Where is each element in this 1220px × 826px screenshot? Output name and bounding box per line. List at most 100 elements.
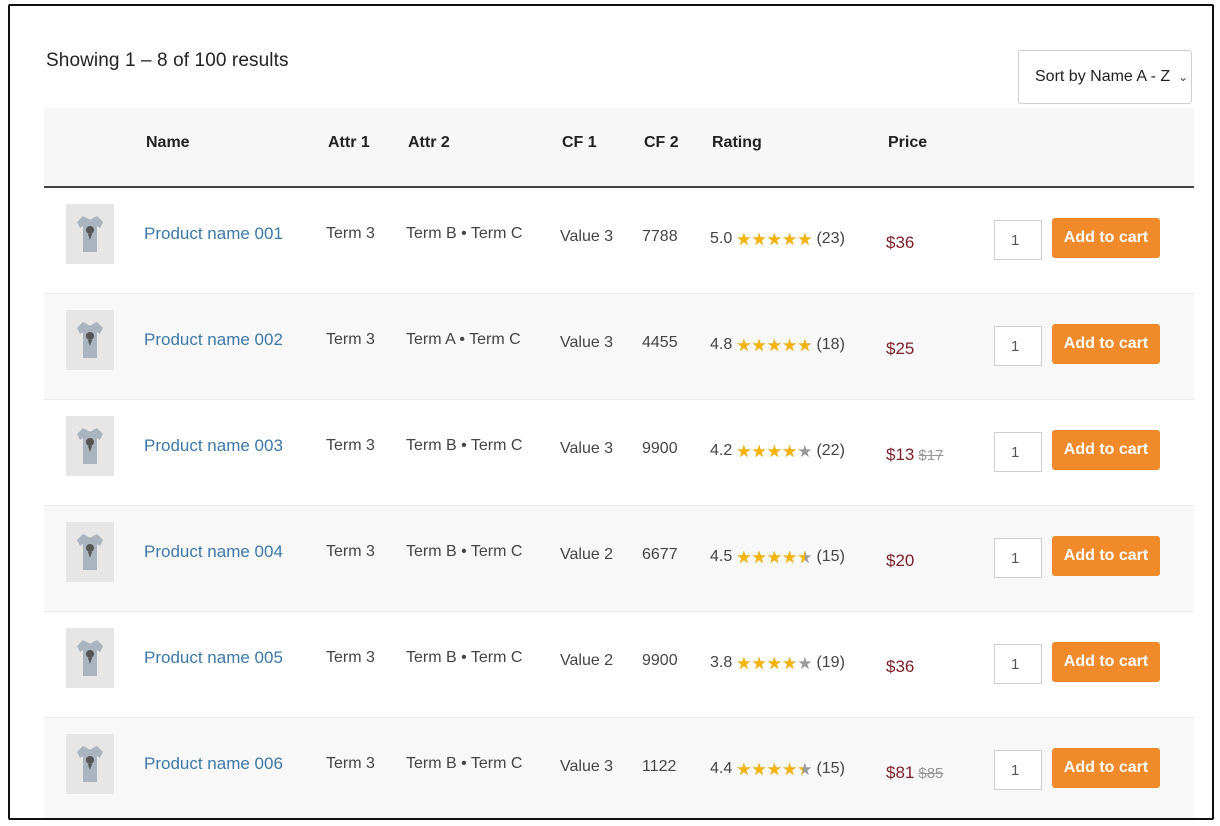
product-name-link[interactable]: Product name 005 bbox=[144, 648, 283, 668]
star-icons-filled: ★★★★★ bbox=[736, 654, 794, 672]
column-header-name[interactable]: Name bbox=[146, 134, 190, 152]
product-name-link[interactable]: Product name 006 bbox=[144, 754, 283, 774]
star-icons-filled: ★★★★★ bbox=[736, 336, 810, 354]
add-to-cart-button[interactable]: Add to cart bbox=[1052, 430, 1160, 470]
column-header-attr2: Attr 2 bbox=[408, 134, 450, 151]
product-name-link[interactable]: Product name 001 bbox=[144, 224, 283, 244]
review-count: (18) bbox=[816, 336, 845, 353]
rating-value: 4.2 bbox=[710, 442, 733, 459]
old-price: $17 bbox=[918, 447, 944, 464]
tshirt-icon bbox=[77, 322, 103, 358]
current-price: $81 bbox=[886, 763, 915, 782]
product-thumbnail[interactable] bbox=[66, 734, 114, 794]
sort-dropdown[interactable]: Sort by Name A - Z ⌄ bbox=[1018, 50, 1192, 104]
attr1-value: Term 3 bbox=[326, 225, 375, 242]
table-row: Product name 004 Term 3 Term B • Term C … bbox=[44, 506, 1194, 612]
add-to-cart-button[interactable]: Add to cart bbox=[1052, 218, 1160, 258]
product-thumbnail[interactable] bbox=[66, 310, 114, 370]
attr2-value: Term A • Term C bbox=[406, 331, 521, 348]
current-price: $25 bbox=[886, 339, 915, 358]
attr2-value: Term B • Term C bbox=[406, 543, 523, 560]
price: $13 $17 bbox=[886, 445, 943, 465]
rating: 5.0 ★★★★★ ★★★★★ (23) bbox=[710, 230, 845, 248]
price: $36 bbox=[886, 233, 918, 253]
column-header-price[interactable]: Price bbox=[888, 134, 927, 152]
current-price: $36 bbox=[886, 657, 915, 676]
star-icons-filled: ★★★★★ bbox=[736, 548, 805, 566]
current-price: $13 bbox=[886, 445, 915, 464]
rating: 3.8 ★★★★★ ★★★★★ (19) bbox=[710, 654, 845, 672]
product-thumbnail[interactable] bbox=[66, 416, 114, 476]
quantity-input[interactable] bbox=[994, 432, 1042, 472]
cf1-value: Value 2 bbox=[560, 652, 614, 669]
product-thumbnail[interactable] bbox=[66, 522, 114, 582]
star-icons-filled: ★★★★★ bbox=[736, 442, 800, 460]
current-price: $36 bbox=[886, 233, 915, 252]
price: $20 bbox=[886, 551, 918, 571]
attr1-value: Term 3 bbox=[326, 543, 375, 560]
rating: 4.4 ★★★★★ ★★★★★ (15) bbox=[710, 760, 845, 778]
cf2-value: 4455 bbox=[642, 334, 678, 351]
product-name-link[interactable]: Product name 003 bbox=[144, 436, 283, 456]
add-to-cart-button[interactable]: Add to cart bbox=[1052, 536, 1160, 576]
cf1-value: Value 3 bbox=[560, 758, 614, 775]
cf2-value: 9900 bbox=[642, 652, 678, 669]
add-to-cart-button[interactable]: Add to cart bbox=[1052, 642, 1160, 682]
tshirt-icon bbox=[77, 216, 103, 252]
review-count: (19) bbox=[816, 654, 845, 671]
star-icons-filled: ★★★★★ bbox=[736, 760, 803, 778]
product-thumbnail[interactable] bbox=[66, 628, 114, 688]
star-rating: ★★★★★ ★★★★★ bbox=[736, 655, 812, 672]
shop-table-frame: Showing 1 – 8 of 100 results Sort by Nam… bbox=[8, 4, 1214, 820]
rating: 4.8 ★★★★★ ★★★★★ (18) bbox=[710, 336, 845, 354]
tshirt-icon bbox=[77, 428, 103, 464]
attr2-value: Term B • Term C bbox=[406, 755, 523, 772]
add-to-cart-button[interactable]: Add to cart bbox=[1052, 748, 1160, 788]
rating: 4.2 ★★★★★ ★★★★★ (22) bbox=[710, 442, 845, 460]
add-to-cart-button[interactable]: Add to cart bbox=[1052, 324, 1160, 364]
price: $81 $85 bbox=[886, 763, 943, 783]
review-count: (15) bbox=[816, 760, 845, 777]
cf1-value: Value 3 bbox=[560, 440, 614, 457]
star-rating: ★★★★★ ★★★★★ bbox=[736, 443, 812, 460]
rating-value: 4.4 bbox=[710, 760, 733, 777]
rating: 4.5 ★★★★★ ★★★★★ (15) bbox=[710, 548, 845, 566]
cf2-value: 1122 bbox=[642, 758, 677, 775]
star-rating: ★★★★★ ★★★★★ bbox=[736, 337, 812, 354]
price: $36 bbox=[886, 657, 918, 677]
cf1-value: Value 3 bbox=[560, 334, 614, 351]
product-name-link[interactable]: Product name 002 bbox=[144, 330, 283, 350]
star-icons-filled: ★★★★★ bbox=[736, 230, 813, 248]
quantity-input[interactable] bbox=[994, 644, 1042, 684]
quantity-input[interactable] bbox=[994, 326, 1042, 366]
current-price: $20 bbox=[886, 551, 915, 570]
cf2-value: 9900 bbox=[642, 440, 678, 457]
toolbar: Showing 1 – 8 of 100 results Sort by Nam… bbox=[46, 50, 1192, 106]
table-row: Product name 006 Term 3 Term B • Term C … bbox=[44, 718, 1194, 818]
quantity-input[interactable] bbox=[994, 750, 1042, 790]
column-header-rating[interactable]: Rating bbox=[712, 134, 762, 152]
table-row: Product name 002 Term 3 Term A • Term C … bbox=[44, 294, 1194, 400]
table-body: Product name 001 Term 3 Term B • Term C … bbox=[44, 188, 1194, 818]
product-name-link[interactable]: Product name 004 bbox=[144, 542, 283, 562]
review-count: (23) bbox=[816, 230, 845, 247]
attr1-value: Term 3 bbox=[326, 331, 375, 348]
chevron-down-icon: ⌄ bbox=[1178, 70, 1189, 84]
attr1-value: Term 3 bbox=[326, 437, 375, 454]
column-header-cf2: CF 2 bbox=[644, 134, 679, 151]
quantity-input[interactable] bbox=[994, 538, 1042, 578]
tshirt-icon bbox=[77, 534, 103, 570]
product-table: Name Attr 1 Attr 2 CF 1 CF 2 Rating Pric… bbox=[44, 108, 1194, 818]
table-row: Product name 005 Term 3 Term B • Term C … bbox=[44, 612, 1194, 718]
attr2-value: Term B • Term C bbox=[406, 649, 523, 666]
quantity-input[interactable] bbox=[994, 220, 1042, 260]
attr1-value: Term 3 bbox=[326, 755, 375, 772]
cf1-value: Value 3 bbox=[560, 228, 614, 245]
sort-label: Sort by Name A - Z bbox=[1035, 68, 1171, 85]
cf1-value: Value 2 bbox=[560, 546, 614, 563]
tshirt-icon bbox=[77, 746, 103, 782]
results-count: Showing 1 – 8 of 100 results bbox=[46, 50, 289, 71]
review-count: (22) bbox=[816, 442, 845, 459]
cf2-value: 6677 bbox=[642, 546, 678, 563]
product-thumbnail[interactable] bbox=[66, 204, 114, 264]
